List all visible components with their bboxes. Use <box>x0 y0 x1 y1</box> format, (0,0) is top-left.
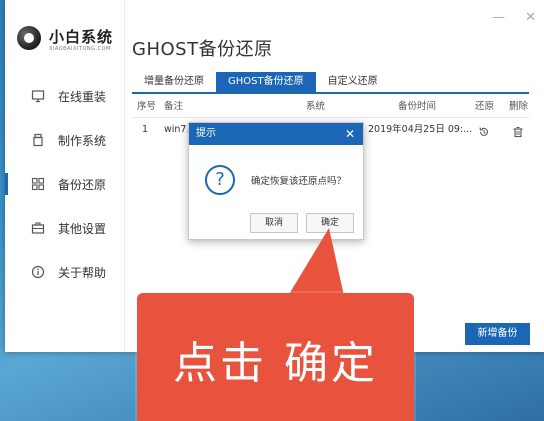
info-icon <box>31 265 45 279</box>
sidebar-item-make-system[interactable]: 制作系统 <box>5 125 124 155</box>
app-logo: 小白系统 XIAOBAIXITONG.COM <box>17 20 127 56</box>
tab-custom-restore[interactable]: 自定义还原 <box>316 72 390 92</box>
page-title: GHOST备份还原 <box>132 39 273 60</box>
app-subtitle: XIAOBAIXITONG.COM <box>49 46 111 52</box>
tab-bar: 增量备份还原 GHOST备份还原 自定义还原 <box>132 72 529 94</box>
sidebar-item-other-settings[interactable]: 其他设置 <box>5 213 124 243</box>
sidebar-item-label: 备份还原 <box>58 178 107 192</box>
sidebar-item-label: 在线重装 <box>58 90 107 104</box>
minimize-button[interactable]: — <box>492 10 505 25</box>
sidebar-item-online-reinstall[interactable]: 在线重装 <box>5 81 124 111</box>
sidebar-item-backup-restore[interactable]: 备份还原 <box>5 169 124 199</box>
briefcase-icon <box>31 221 45 235</box>
question-icon: ? <box>205 165 235 195</box>
instruction-callout: 点击 确定 <box>137 293 414 421</box>
dialog-header: 提示 ✕ <box>189 123 363 145</box>
callout-text: 点击 确定 <box>173 338 378 389</box>
tab-ghost-backup[interactable]: GHOST备份还原 <box>216 72 316 92</box>
cancel-button[interactable]: 取消 <box>250 213 298 233</box>
column-header-delete: 删除 <box>509 101 529 112</box>
restore-icon[interactable] <box>478 124 490 148</box>
column-header-system: 系统 <box>306 101 326 112</box>
grid-restore-icon <box>31 177 45 191</box>
row-index: 1 <box>142 124 149 135</box>
column-header-time: 备份时间 <box>398 101 437 112</box>
sidebar-item-label: 制作系统 <box>58 134 107 148</box>
tab-incremental-backup[interactable]: 增量备份还原 <box>132 72 216 92</box>
confirm-button[interactable]: 确定 <box>306 213 354 233</box>
close-window-button[interactable]: ✕ <box>525 10 536 25</box>
monitor-icon <box>31 89 45 103</box>
logo-icon <box>17 26 41 50</box>
app-name: 小白系统 <box>49 28 114 46</box>
usb-drive-icon <box>31 133 45 147</box>
sidebar-item-label: 其他设置 <box>58 222 107 236</box>
column-header-note: 备注 <box>164 101 184 112</box>
sidebar: 小白系统 XIAOBAIXITONG.COM 在线重装 制作系统 备份还原 其他… <box>5 0 125 352</box>
dialog-title: 提示 <box>196 128 216 139</box>
dialog-message: 确定恢复该还原点吗？ <box>251 176 347 187</box>
column-header-index: 序号 <box>137 101 157 112</box>
new-backup-button[interactable]: 新增备份 <box>465 323 530 345</box>
column-header-restore: 还原 <box>475 101 495 112</box>
sidebar-item-about-help[interactable]: 关于帮助 <box>5 257 124 287</box>
confirm-dialog: 提示 ✕ ? 确定恢复该还原点吗？ 取消 确定 <box>188 122 364 240</box>
active-indicator <box>5 173 8 195</box>
close-icon[interactable]: ✕ <box>345 123 355 145</box>
trash-icon[interactable] <box>512 124 524 148</box>
sidebar-item-label: 关于帮助 <box>58 266 107 280</box>
window-controls: — ✕ <box>476 10 536 25</box>
table-header: 序号 备注 系统 备份时间 还原 删除 <box>132 97 529 118</box>
row-time: 2019年04月25日 09:... <box>368 124 473 135</box>
